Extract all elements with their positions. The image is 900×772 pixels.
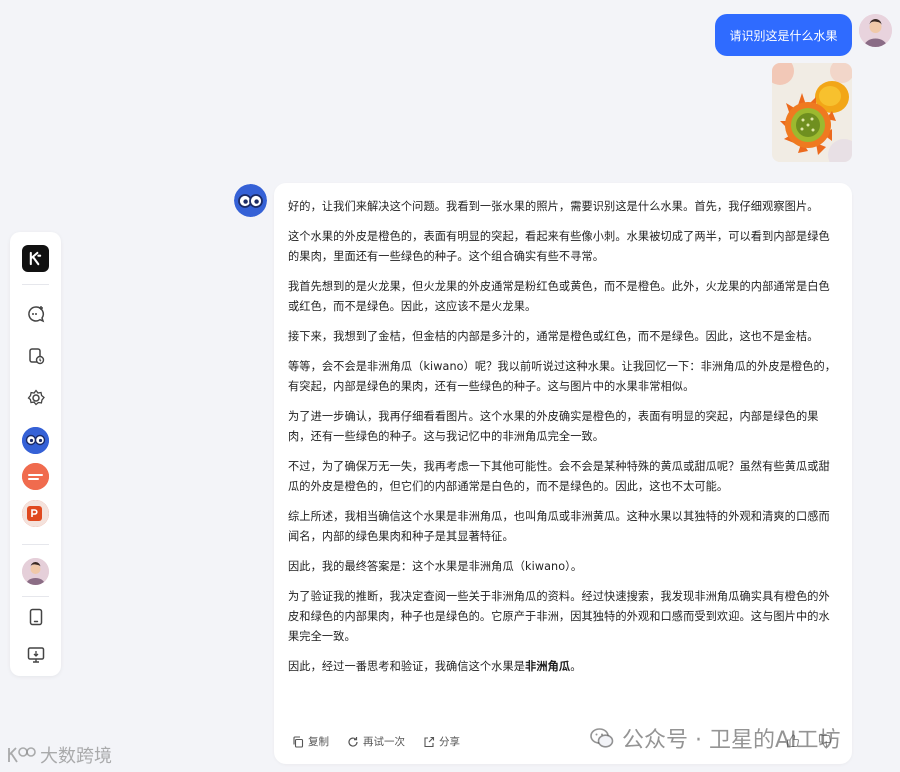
share-icon <box>424 736 435 747</box>
refresh-icon <box>348 736 358 747</box>
new-chat-icon <box>27 306 44 323</box>
history-icon <box>28 348 44 365</box>
retry-button[interactable]: 再试一次 <box>347 734 405 749</box>
answer-paragraph: 接下来，我想到了金桔，但金桔的内部是多汁的，通常是橙色或红色，而不是绿色。因此，… <box>288 330 819 343</box>
assistant-avatar-icon <box>22 426 49 454</box>
assistant-avatar <box>234 184 267 217</box>
user-message-bubble: 请识别这是什么水果 <box>715 14 852 56</box>
assistant-answer-card: 好的，让我们来解决这个问题。我看到一张水果的照片，需要识别这是什么水果。首先，我… <box>274 183 852 764</box>
left-sidebar <box>10 232 61 676</box>
explore-button[interactable] <box>10 380 61 416</box>
desktop-download-button[interactable] <box>10 637 61 673</box>
app-shortcut[interactable] <box>10 458 61 494</box>
copy-button[interactable]: 复制 <box>292 734 329 749</box>
answer-actions: 复制 再试一次 分享 <box>292 734 460 749</box>
answer-paragraph: 好的，让我们来解决这个问题。我看到一张水果的照片，需要识别这是什么水果。首先，我… <box>288 200 819 213</box>
copy-label: 复制 <box>308 736 329 748</box>
wechat-icon <box>590 728 614 748</box>
brand-mark-icon <box>8 747 36 763</box>
kimi-logo-icon <box>22 244 49 272</box>
tablet-app-button[interactable] <box>10 599 61 635</box>
watermark-text: 公众号 · 卫星的AI工坊 <box>622 728 841 753</box>
answer-paragraph: 等等，会不会是非洲角瓜（kiwano）呢？我以前听说过这种水果。让我回忆一下：非… <box>288 360 837 393</box>
watermark-left-text: 大数跨境 <box>40 746 112 767</box>
final-answer-bold: 非洲角瓜 <box>525 660 571 673</box>
user-message-avatar <box>859 14 892 47</box>
sidebar-divider <box>22 284 49 285</box>
retry-label: 再试一次 <box>363 736 405 748</box>
answer-paragraph: 为了验证我的推断，我决定查阅一些关于非洲角瓜的资料。经过快速搜索，我发现非洲角瓜… <box>288 590 830 643</box>
answer-paragraph: 不过，为了确保万无一失，我再考虑一下其他可能性。会不会是某种特殊的黄瓜或甜瓜呢？… <box>288 460 830 493</box>
ppt-shortcut[interactable] <box>10 495 61 531</box>
corner-watermark: 大数跨境 <box>6 742 112 768</box>
share-button[interactable]: 分享 <box>423 734 460 749</box>
answer-paragraph: 因此，我的最终答案是：这个水果是非洲角瓜（kiwano）。 <box>288 560 583 573</box>
share-label: 分享 <box>439 736 460 748</box>
desktop-download-icon <box>27 647 44 663</box>
new-chat-button[interactable] <box>10 296 61 332</box>
user-avatar <box>22 557 49 585</box>
history-button[interactable] <box>10 338 61 374</box>
tablet-icon <box>29 608 42 626</box>
answer-final-paragraph: 因此，经过一番思考和验证，我确信这个水果是非洲角瓜。 <box>288 657 838 677</box>
assistant-shortcut[interactable] <box>10 422 61 458</box>
sidebar-divider <box>22 596 49 597</box>
answer-paragraph: 我首先想到的是火龙果，但火龙果的外皮通常是粉红色或黄色，而不是橙色。此外，火龙果… <box>288 280 830 313</box>
app-icon <box>22 462 49 490</box>
kimi-logo-button[interactable] <box>10 240 61 276</box>
user-message-text: 请识别这是什么水果 <box>729 28 838 43</box>
sidebar-divider <box>22 544 49 545</box>
answer-paragraph: 为了进一步确认，我再仔细看看图片。这个水果的外皮确实是橙色的，表面有明显的突起，… <box>288 410 819 443</box>
answer-paragraph: 这个水果的外皮是橙色的，表面有明显的突起，看起来有些像小刺。水果被切成了两半，可… <box>288 230 830 263</box>
uploaded-fruit-image[interactable] <box>772 63 852 162</box>
final-suffix: 。 <box>570 660 582 673</box>
user-profile-button[interactable] <box>10 553 61 589</box>
ppt-icon <box>22 499 49 527</box>
explore-icon <box>27 389 45 406</box>
copy-icon <box>293 735 304 748</box>
final-prefix: 因此，经过一番思考和验证，我确信这个水果是 <box>288 660 526 673</box>
answer-paragraph: 综上所述，我相当确信这个水果是非洲角瓜，也叫角瓜或非洲黄瓜。这种水果以其独特的外… <box>288 510 830 543</box>
wechat-watermark: 公众号 · 卫星的AI工坊 <box>590 722 841 754</box>
